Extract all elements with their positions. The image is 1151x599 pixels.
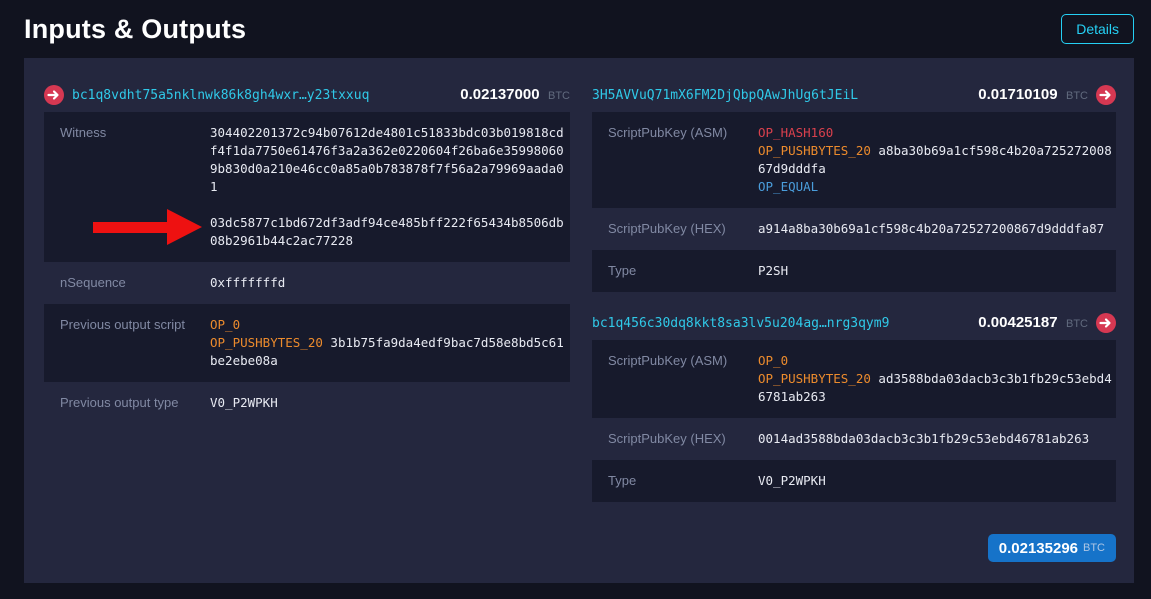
- output-1-asm-row: ScriptPubKey (ASM) OP_HASH160 OP_PUSHBYT…: [592, 112, 1116, 208]
- witness-label: Witness: [60, 125, 107, 140]
- output-1-amount-value: 0.01710109: [978, 86, 1058, 103]
- output-1-address-link[interactable]: 3H5AVVuQ71mX6FM2DjQbpQAwJhUg6tJEiL: [592, 88, 970, 103]
- previous-output-type-value: V0_P2WPKH: [210, 395, 278, 410]
- output-2-header-row: bc1q456c30dq8kkt8sa3lv5u204ag…nrg3qym9 0…: [592, 310, 1116, 336]
- output-2-type-value: V0_P2WPKH: [758, 473, 826, 488]
- input-amount-value: 0.02137000: [460, 86, 540, 103]
- input-header-row: bc1q8vdht75a5nklnwk86k8gh4wxr…y23txxuq 0…: [44, 82, 570, 108]
- previous-output-type-row: Previous output type V0_P2WPKH: [44, 382, 570, 424]
- output-2-hex-label: ScriptPubKey (HEX): [608, 431, 726, 446]
- total-amount-button[interactable]: 0.02135296 BTC: [987, 534, 1116, 562]
- details-button[interactable]: Details: [1061, 14, 1134, 44]
- output-1-hex-label: ScriptPubKey (HEX): [608, 221, 726, 236]
- opcode-op-pushbytes: OP_PUSHBYTES_20: [210, 335, 323, 350]
- arrow-right-glyph: [1099, 90, 1111, 100]
- output-1-asm-label: ScriptPubKey (ASM): [608, 125, 728, 140]
- output-2-arrow-icon[interactable]: [1096, 313, 1116, 333]
- output-1-amount: 0.01710109 BTC: [978, 86, 1088, 104]
- witness-item-signature: 304402201372c94b07612de4801c51833bdc03b0…: [210, 125, 564, 194]
- nsequence-row: nSequence 0xfffffffd: [44, 262, 570, 304]
- total-row: 0.02135296 BTC: [592, 534, 1116, 562]
- opcode-op-0: OP_0: [758, 353, 789, 368]
- outputs-column: 3H5AVVuQ71mX6FM2DjQbpQAwJhUg6tJEiL 0.017…: [592, 82, 1116, 563]
- input-detail-table: Witness 304402201372c94b07612de4801c5183…: [44, 112, 570, 424]
- output-1-type-value: P2SH: [758, 263, 789, 278]
- output-1-arrow-icon[interactable]: [1096, 85, 1116, 105]
- output-2-address-link[interactable]: bc1q456c30dq8kkt8sa3lv5u204ag…nrg3qym9: [592, 316, 970, 331]
- output-2-amount-value: 0.00425187: [978, 314, 1058, 331]
- input-arrow-icon[interactable]: [44, 85, 64, 105]
- output-2-asm-label: ScriptPubKey (ASM): [608, 353, 728, 368]
- nsequence-value: 0xfffffffd: [210, 275, 286, 290]
- output-1-asm-value: OP_HASH160 OP_PUSHBYTES_20 a8ba30b69a1cf…: [758, 124, 1114, 196]
- opcode-op-0: OP_0: [210, 317, 241, 332]
- input-amount-currency: BTC: [548, 90, 570, 102]
- output-1-hex-row: ScriptPubKey (HEX) a914a8ba30b69a1cf598c…: [592, 208, 1116, 250]
- witness-value: 304402201372c94b07612de4801c51833bdc03b0…: [210, 124, 566, 250]
- previous-output-script-row: Previous output script OP_0 OP_PUSHBYTES…: [44, 304, 570, 382]
- output-2-detail-table: ScriptPubKey (ASM) OP_0 OP_PUSHBYTES_20 …: [592, 340, 1116, 502]
- output-1-type-row: Type P2SH: [592, 250, 1116, 292]
- arrow-right-glyph: [1099, 318, 1111, 328]
- output-2-asm-row: ScriptPubKey (ASM) OP_0 OP_PUSHBYTES_20 …: [592, 340, 1116, 418]
- opcode-op-pushbytes: OP_PUSHBYTES_20: [758, 371, 871, 386]
- input-column: bc1q8vdht75a5nklnwk86k8gh4wxr…y23txxuq 0…: [44, 82, 570, 563]
- opcode-op-hash160: OP_HASH160: [758, 125, 834, 140]
- output-2-type-row: Type V0_P2WPKH: [592, 460, 1116, 502]
- output-2-asm-value: OP_0 OP_PUSHBYTES_20 ad3588bda03dacb3c3b…: [758, 352, 1114, 406]
- output-1-header-row: 3H5AVVuQ71mX6FM2DjQbpQAwJhUg6tJEiL 0.017…: [592, 82, 1116, 108]
- input-address-link[interactable]: bc1q8vdht75a5nklnwk86k8gh4wxr…y23txxuq: [72, 88, 452, 103]
- input-amount: 0.02137000 BTC: [460, 86, 570, 104]
- previous-output-type-label: Previous output type: [60, 395, 179, 410]
- output-2-amount: 0.00425187 BTC: [978, 314, 1088, 332]
- outputs-gap: [592, 292, 1116, 310]
- nsequence-label: nSequence: [60, 275, 126, 290]
- output-2-type-label: Type: [608, 473, 637, 488]
- previous-output-script-label: Previous output script: [60, 317, 186, 332]
- output-1-detail-table: ScriptPubKey (ASM) OP_HASH160 OP_PUSHBYT…: [592, 112, 1116, 292]
- output-1-hex-value: a914a8ba30b69a1cf598c4b20a72527200867d9d…: [758, 221, 1105, 236]
- output-2-amount-currency: BTC: [1066, 318, 1088, 330]
- output-1-amount-currency: BTC: [1066, 90, 1088, 102]
- output-2-hex-value: 0014ad3588bda03dacb3c3b1fb29c53ebd46781a…: [758, 431, 1090, 446]
- inputs-outputs-panel: bc1q8vdht75a5nklnwk86k8gh4wxr…y23txxuq 0…: [24, 58, 1134, 583]
- top-bar: Inputs & Outputs Details: [0, 0, 1151, 58]
- page-title: Inputs & Outputs: [24, 13, 247, 44]
- output-2-hex-row: ScriptPubKey (HEX) 0014ad3588bda03dacb3c…: [592, 418, 1116, 460]
- arrow-right-glyph: [47, 90, 59, 100]
- opcode-op-equal: OP_EQUAL: [758, 179, 819, 194]
- previous-output-script-value: OP_0 OP_PUSHBYTES_20 3b1b75fa9da4edf9bac…: [210, 316, 566, 370]
- total-amount-value: 0.02135296: [998, 539, 1078, 557]
- opcode-op-pushbytes: OP_PUSHBYTES_20: [758, 143, 871, 158]
- output-1-type-label: Type: [608, 263, 637, 278]
- witness-item-pubkey: 03dc5877c1bd672df3adf94ce485bff222f65434…: [210, 215, 564, 248]
- total-amount-currency: BTC: [1083, 542, 1105, 554]
- witness-row: Witness 304402201372c94b07612de4801c5183…: [44, 112, 570, 262]
